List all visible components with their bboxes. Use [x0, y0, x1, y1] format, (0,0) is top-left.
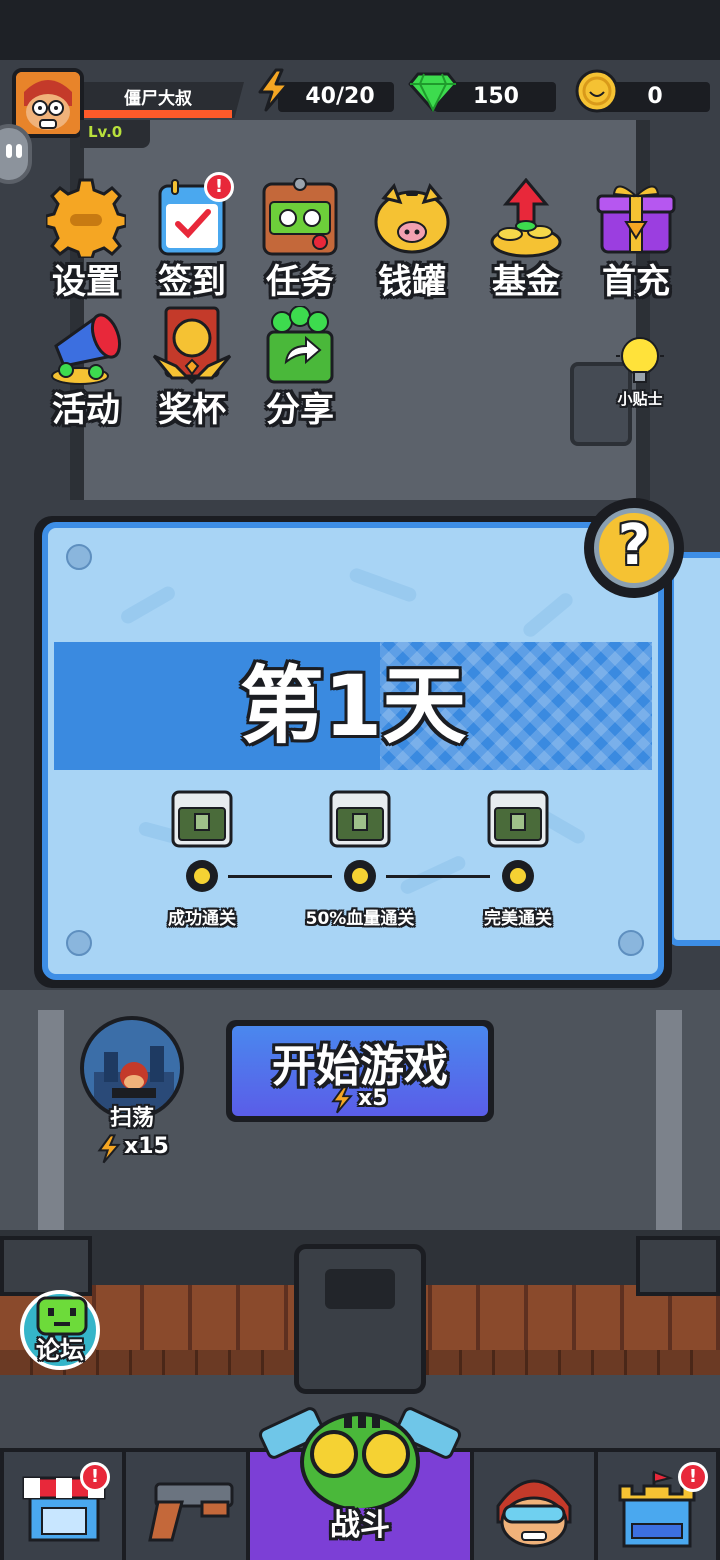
tips-button[interactable]: 小贴士	[600, 332, 680, 412]
battle-zombie-icon	[258, 1407, 462, 1508]
sweep-label: 扫荡	[109, 1106, 154, 1131]
player-avatar[interactable]	[12, 68, 84, 138]
zombie-uncle-avatar-icon	[16, 72, 80, 134]
energy-value: 40/20	[305, 84, 375, 109]
tasks-label: 任务	[266, 262, 334, 302]
player-level: Lv.0	[80, 120, 150, 148]
objective-star-icon	[344, 860, 376, 892]
share-button[interactable]: 分享	[250, 306, 350, 430]
gem-value: 150	[473, 84, 519, 109]
settings-button[interactable]: 设置	[36, 178, 136, 302]
piggy-bank-button[interactable]: 钱罐	[362, 178, 462, 302]
checkin-label: 签到	[158, 262, 226, 302]
reward-chest-icon	[329, 790, 391, 848]
tips-label: 小贴士	[617, 390, 663, 408]
pistol-icon	[148, 1482, 234, 1542]
lane-marking	[38, 1010, 64, 1230]
sweep-cost: x15	[124, 1134, 169, 1159]
base-badge: !	[678, 1462, 708, 1492]
objective-star-icon	[186, 860, 218, 892]
first-recharge-label: 首充	[602, 262, 670, 302]
fund-label: 基金	[492, 262, 560, 302]
tasks-button[interactable]: 任务	[250, 178, 350, 302]
trophy-button[interactable]: 奖杯	[142, 306, 242, 430]
card-screw	[66, 930, 92, 956]
objective-label: 成功通关	[168, 909, 236, 929]
card-screw	[66, 544, 92, 570]
reward-chest-icon	[171, 790, 233, 848]
forum-label: 论坛	[36, 1336, 84, 1364]
start-game-label: 开始游戏	[272, 1041, 448, 1092]
gear-icon	[46, 178, 126, 258]
side-chat-bubble[interactable]	[0, 124, 32, 184]
objective-star-icon	[502, 860, 534, 892]
player-name: 僵尸大叔	[124, 89, 192, 109]
day-title: 第1天	[239, 657, 467, 755]
gate-vent	[325, 1269, 395, 1309]
objective-connector	[386, 875, 490, 878]
shop-badge: !	[80, 1462, 110, 1492]
piggy-bank-label: 钱罐	[378, 262, 446, 302]
hero-avatar-icon	[496, 1479, 572, 1548]
objective-label: 50%血量通关	[305, 909, 415, 929]
task-box-icon	[262, 178, 338, 256]
bubble-eye	[16, 144, 22, 158]
checkin-badge: !	[204, 172, 234, 202]
wall-block-left	[0, 1236, 92, 1296]
gem-icon	[408, 72, 458, 112]
settings-label: 设置	[52, 262, 120, 302]
player-exp-bar	[84, 110, 232, 118]
lightbulb-icon	[616, 337, 664, 383]
objective-label: 完美通关	[484, 909, 552, 929]
help-button[interactable]: ?	[594, 508, 674, 588]
energy-bolt-icon	[97, 1134, 121, 1164]
bubble-eye	[6, 144, 12, 158]
reward-chest-icon	[487, 790, 549, 848]
piggy-bank-icon	[374, 183, 450, 254]
status-bar	[0, 0, 720, 60]
next-level-card-peek[interactable]	[668, 552, 720, 946]
energy-bolt-icon	[331, 1086, 353, 1114]
events-label: 活动	[52, 390, 120, 430]
coin-icon	[575, 69, 619, 113]
first-recharge-button[interactable]: 首充	[586, 178, 686, 302]
objective-connector	[228, 875, 332, 878]
coin-value: 0	[647, 84, 663, 109]
nav-tab-heroes[interactable]	[474, 1452, 594, 1560]
start-cost: x5	[358, 1086, 388, 1111]
trophy-icon	[152, 306, 232, 385]
nav-battle-label: 战斗	[330, 1508, 390, 1543]
trophy-label: 奖杯	[158, 390, 226, 430]
nav-tab-weapons[interactable]	[126, 1452, 246, 1560]
fund-button[interactable]: 基金	[476, 178, 576, 302]
share-icon	[266, 306, 334, 384]
start-cost-row: x5	[330, 1086, 410, 1116]
card-screw	[618, 930, 644, 956]
megaphone-icon	[51, 313, 122, 385]
gate-tower	[294, 1244, 426, 1394]
lane-marking	[656, 1010, 682, 1230]
gift-box-icon	[596, 185, 676, 254]
share-label: 分享	[266, 390, 334, 430]
fund-coins-icon	[490, 178, 562, 258]
energy-bolt-icon	[258, 68, 290, 112]
events-button[interactable]: 活动	[36, 306, 136, 430]
wall-block-right	[636, 1236, 720, 1296]
